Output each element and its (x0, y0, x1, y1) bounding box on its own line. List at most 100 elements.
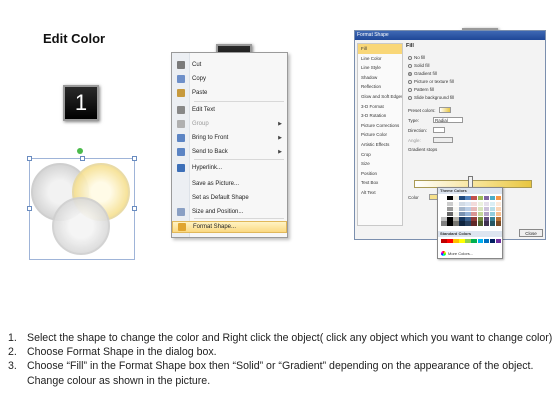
theme-color-swatch[interactable] (495, 216, 502, 221)
nav-item-3-d-rotation[interactable]: 3-D Rotation (358, 111, 402, 121)
theme-color-swatch[interactable] (483, 201, 490, 207)
menu-item-set-as-default-shape[interactable]: Set as Default Shape (172, 192, 287, 204)
standard-color-swatch[interactable] (477, 239, 484, 244)
theme-color-swatch[interactable] (477, 196, 484, 201)
theme-color-swatch[interactable] (459, 211, 465, 217)
theme-color-swatch[interactable] (459, 206, 465, 212)
theme-color-swatch[interactable] (489, 211, 496, 217)
radio-button[interactable] (408, 87, 412, 92)
theme-color-swatch[interactable] (471, 221, 478, 226)
theme-color-swatch[interactable] (465, 196, 471, 201)
theme-color-swatch[interactable] (489, 216, 496, 221)
gray-circle-bottom[interactable] (52, 197, 110, 255)
menu-item-copy[interactable]: Copy (172, 73, 287, 85)
menu-item-send-to-back[interactable]: Send to Back ▶ (172, 146, 287, 158)
radio-button[interactable] (408, 55, 412, 60)
theme-color-swatch[interactable] (495, 201, 502, 207)
nav-item-3-d-format[interactable]: 3-D Format (358, 102, 402, 112)
nav-item-artistic-effects[interactable]: Artistic Effects (358, 140, 402, 150)
nav-item-shadow[interactable]: Shadow (358, 73, 402, 83)
direction-dropdown[interactable] (433, 127, 445, 133)
theme-color-swatch[interactable] (447, 196, 453, 201)
theme-color-swatch[interactable] (489, 206, 496, 212)
resize-handle[interactable] (132, 156, 137, 161)
rotation-handle[interactable] (77, 148, 83, 154)
theme-color-swatch[interactable] (483, 206, 490, 212)
theme-color-swatch[interactable] (459, 201, 465, 207)
theme-color-swatch[interactable] (441, 216, 447, 221)
theme-color-swatch[interactable] (465, 211, 471, 217)
theme-color-swatch[interactable] (441, 221, 447, 226)
close-button[interactable]: Close (519, 229, 543, 237)
angle-input[interactable] (433, 137, 453, 143)
theme-color-swatch[interactable] (495, 206, 502, 212)
theme-color-swatch[interactable] (477, 221, 484, 226)
theme-color-swatch[interactable] (447, 221, 453, 226)
theme-color-swatch[interactable] (453, 211, 459, 217)
nav-item-crop[interactable]: Crop (358, 150, 402, 160)
theme-color-swatch[interactable] (477, 206, 484, 212)
theme-color-swatch[interactable] (465, 216, 471, 221)
theme-color-swatch[interactable] (471, 211, 478, 217)
theme-color-swatch[interactable] (441, 206, 447, 212)
standard-color-swatch[interactable] (453, 239, 459, 244)
standard-color-swatch[interactable] (489, 239, 496, 244)
menu-item-bring-to-front[interactable]: Bring to Front ▶ (172, 132, 287, 144)
theme-color-swatch[interactable] (441, 201, 447, 207)
theme-color-swatch[interactable] (489, 201, 496, 207)
theme-color-swatch[interactable] (495, 211, 502, 217)
standard-color-swatch[interactable] (483, 239, 490, 244)
nav-item-glow-and-soft-edges[interactable]: Glow and Soft Edges (358, 92, 402, 102)
theme-color-swatch[interactable] (441, 211, 447, 217)
fill-option-gradient-fill[interactable]: Gradient fill (408, 71, 437, 76)
fill-option-solid-fill[interactable]: Solid fill (408, 63, 430, 68)
theme-color-swatch[interactable] (483, 196, 490, 201)
nav-item-reflection[interactable]: Reflection (358, 82, 402, 92)
radio-button[interactable] (408, 95, 412, 100)
fill-option-pattern-fill[interactable]: Pattern fill (408, 87, 434, 92)
theme-color-swatch[interactable] (471, 196, 478, 201)
theme-color-swatch[interactable] (441, 196, 447, 201)
theme-color-swatch[interactable] (447, 216, 453, 221)
standard-color-swatch[interactable] (465, 239, 471, 244)
theme-color-swatch[interactable] (447, 206, 453, 212)
fill-option-picture-or-texture-fill[interactable]: Picture or texture fill (408, 79, 454, 84)
theme-color-swatch[interactable] (483, 211, 490, 217)
theme-color-swatch[interactable] (453, 201, 459, 207)
theme-color-swatch[interactable] (489, 196, 496, 201)
standard-color-swatch[interactable] (495, 239, 502, 244)
nav-item-size[interactable]: Size (358, 159, 402, 169)
theme-color-swatch[interactable] (489, 221, 496, 226)
theme-color-swatch[interactable] (465, 221, 471, 226)
theme-color-swatch[interactable] (453, 206, 459, 212)
nav-item-alt-text[interactable]: Alt Text (358, 188, 402, 198)
preset-colors-dropdown[interactable] (438, 107, 451, 113)
theme-color-swatch[interactable] (477, 216, 484, 221)
theme-color-swatch[interactable] (453, 196, 459, 201)
fill-option-slide-background-fill[interactable]: Slide background fill (408, 95, 454, 100)
theme-color-swatch[interactable] (465, 206, 471, 212)
resize-handle[interactable] (80, 156, 85, 161)
nav-item-picture-color[interactable]: Picture Color (358, 130, 402, 140)
theme-color-swatch[interactable] (459, 221, 465, 226)
radio-button[interactable] (408, 79, 412, 84)
nav-item-line-style[interactable]: Line Style (358, 63, 402, 73)
nav-item-text-box[interactable]: Text Box (358, 178, 402, 188)
resize-handle[interactable] (132, 206, 137, 211)
resize-handle[interactable] (27, 156, 32, 161)
theme-color-swatch[interactable] (495, 221, 502, 226)
theme-color-swatch[interactable] (471, 201, 478, 207)
resize-handle[interactable] (27, 206, 32, 211)
type-dropdown[interactable]: Radial (433, 117, 463, 123)
fill-option-no-fill[interactable]: No fill (408, 55, 425, 60)
theme-color-swatch[interactable] (483, 221, 490, 226)
theme-color-swatch[interactable] (447, 201, 453, 207)
theme-color-swatch[interactable] (459, 196, 465, 201)
menu-item-save-as-picture[interactable]: Save as Picture... (172, 178, 287, 190)
theme-color-swatch[interactable] (477, 211, 484, 217)
standard-color-swatch[interactable] (459, 239, 465, 244)
menu-item-size-and-position[interactable]: Size and Position... (172, 206, 287, 218)
theme-color-swatch[interactable] (471, 206, 478, 212)
menu-item-edit-text[interactable]: Edit Text (172, 104, 287, 116)
theme-color-swatch[interactable] (459, 216, 465, 221)
